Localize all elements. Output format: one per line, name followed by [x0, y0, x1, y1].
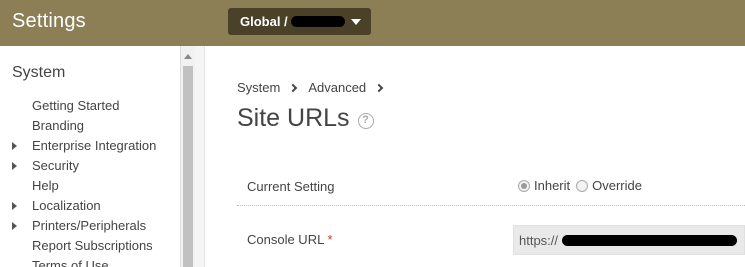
sidebar-item-label: Localization: [32, 198, 101, 213]
sidebar-item-report-subscriptions[interactable]: Report Subscriptions: [0, 236, 180, 256]
sidebar-item-enterprise-integration[interactable]: Enterprise Integration: [0, 136, 180, 156]
row-divider: [237, 205, 745, 206]
redacted-url: [562, 234, 738, 246]
sidebar-item-localization[interactable]: Localization: [0, 196, 180, 216]
breadcrumb-item-advanced[interactable]: Advanced: [308, 80, 366, 95]
scroll-up-arrow-icon[interactable]: [184, 54, 192, 59]
breadcrumb: System Advanced: [237, 80, 394, 95]
sidebar-item-printers-peripherals[interactable]: Printers/Peripherals: [0, 216, 180, 236]
console-url-label: Console URL *: [247, 232, 333, 247]
sidebar-scrollbar[interactable]: [181, 46, 195, 267]
override-radio[interactable]: [576, 179, 589, 192]
expand-arrow-icon[interactable]: [12, 202, 17, 210]
sidebar-heading: System: [12, 64, 66, 81]
breadcrumb-item-system[interactable]: System: [237, 80, 280, 95]
sidebar-item-label: Getting Started: [32, 98, 120, 113]
sidebar-item-branding[interactable]: Branding: [0, 116, 180, 136]
current-setting-radio-group: Inherit Override: [518, 178, 648, 193]
expand-arrow-icon[interactable]: [12, 142, 17, 150]
sidebar-item-getting-started[interactable]: Getting Started: [0, 96, 180, 116]
sidebar-item-help[interactable]: Help: [0, 176, 180, 196]
page-title-text: Site URLs: [237, 104, 350, 132]
main-content: System Advanced Site URLs ? Current Sett…: [206, 46, 745, 267]
sidebar-item-label: Enterprise Integration: [32, 138, 157, 153]
page-title: Site URLs ?: [237, 104, 374, 133]
sidebar-item-label: Branding: [32, 118, 85, 133]
sidebar-item-terms-of-use[interactable]: Terms of Use: [0, 256, 180, 267]
sidebar-item-security[interactable]: Security: [0, 156, 180, 176]
expand-arrow-icon[interactable]: [12, 222, 17, 230]
chevron-right-icon: [374, 83, 384, 92]
help-icon[interactable]: ?: [357, 112, 374, 129]
inherit-radio[interactable]: [518, 179, 530, 192]
sidebar-item-label: Report Subscriptions: [32, 238, 153, 253]
scroll-thumb[interactable]: [183, 66, 193, 267]
console-url-value: https://: [519, 232, 559, 248]
inherit-radio-label[interactable]: Inherit: [534, 178, 570, 193]
required-marker: *: [327, 232, 333, 247]
scope-selector-button[interactable]: Global /: [228, 8, 371, 35]
sidebar-item-label: Security: [32, 158, 79, 173]
sidebar-item-label: Help: [32, 178, 59, 193]
top-bar: Settings Global /: [0, 0, 745, 46]
sidebar: System Getting Started Branding Enterpri…: [0, 46, 181, 267]
app-title: Settings: [12, 10, 86, 32]
scope-label: Global /: [240, 14, 288, 29]
override-radio-label[interactable]: Override: [592, 178, 642, 193]
redacted-scope-name: [290, 16, 345, 27]
expand-arrow-icon[interactable]: [12, 162, 17, 170]
chevron-down-icon: [351, 19, 361, 25]
sidebar-nav: Getting Started Branding Enterprise Inte…: [0, 96, 180, 267]
chevron-right-icon: [289, 83, 298, 92]
panel-gutter: [195, 46, 205, 267]
console-url-input[interactable]: https://: [513, 225, 745, 255]
current-setting-label: Current Setting: [247, 179, 335, 194]
sidebar-item-label: Printers/Peripherals: [32, 218, 147, 233]
console-url-label-text: Console URL: [247, 232, 324, 247]
sidebar-item-label: Terms of Use: [32, 258, 109, 267]
